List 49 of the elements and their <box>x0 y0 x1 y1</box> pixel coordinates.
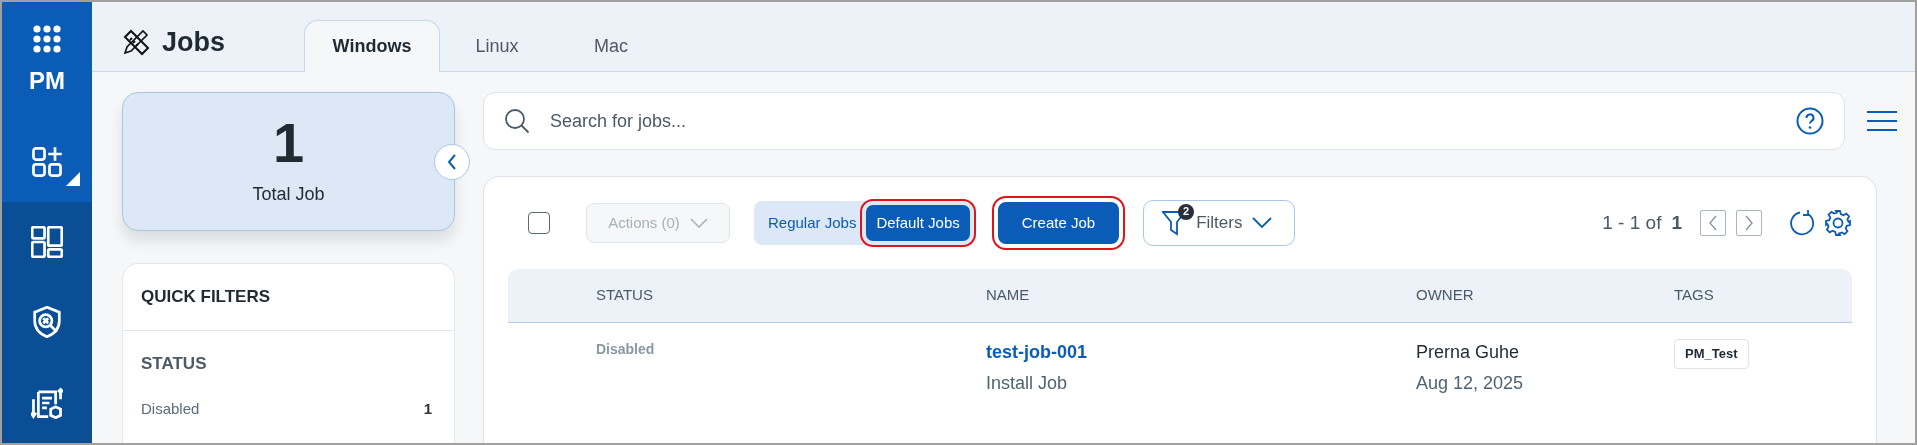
deployment-icon <box>31 386 63 419</box>
column-header[interactable]: NAME <box>986 284 1416 307</box>
job-name-link[interactable]: test-job-001 <box>986 342 1088 362</box>
job-type-option[interactable]: Regular Jobs <box>758 204 867 242</box>
search-field[interactable]: Search for jobs... <box>483 92 1845 150</box>
filter-count: 1 <box>423 399 432 419</box>
column-header[interactable]: STATUS <box>596 284 986 307</box>
panel-title: QUICK FILTERS <box>123 264 454 331</box>
widgets-icon <box>31 145 63 178</box>
collapse-button[interactable] <box>434 143 470 180</box>
created-date: Aug 12, 2025 <box>1416 372 1525 395</box>
ruler-pencil-icon <box>122 28 150 57</box>
column-header[interactable]: TAGS <box>1674 284 1852 307</box>
pagination-total: 1 <box>1671 210 1682 235</box>
filters-dropdown[interactable]: 2 Filters <box>1143 200 1296 246</box>
dashboard-icon <box>31 226 63 259</box>
total-count: 1 <box>272 115 305 171</box>
job-type: Install Job <box>986 372 1069 395</box>
tab[interactable]: Linux <box>440 20 554 72</box>
help-icon[interactable] <box>1796 107 1824 135</box>
app-label: PM <box>29 65 65 96</box>
menu-icon[interactable] <box>1867 110 1897 132</box>
filter-count-badge: 2 <box>1178 203 1195 220</box>
column-header[interactable]: OWNER <box>1416 284 1674 307</box>
next-page-button[interactable] <box>1736 210 1762 236</box>
total-label: Total Job <box>252 183 325 206</box>
tag-chip: PM_Test <box>1674 339 1749 369</box>
filter-label: Disabled <box>141 399 200 419</box>
status-cell-text: Disabled <box>596 340 656 359</box>
corner-triangle-icon <box>66 171 80 186</box>
chevron-down-icon <box>1252 217 1273 229</box>
pagination-range: 1 - 1 of <box>1602 210 1662 235</box>
chevron-down-icon <box>689 218 708 228</box>
search-icon <box>504 108 530 134</box>
owner-name: Prerna Guhe <box>1416 341 1521 364</box>
select-all-checkbox[interactable] <box>528 212 550 234</box>
chevron-right-icon <box>1744 215 1754 231</box>
settings-icon[interactable] <box>1824 209 1852 237</box>
chevron-left-icon <box>447 153 457 170</box>
shield-search-icon <box>31 306 63 339</box>
section-title: STATUS <box>140 352 208 375</box>
tab[interactable]: Mac <box>554 20 668 72</box>
tab[interactable]: Windows <box>304 20 440 72</box>
refresh-icon[interactable] <box>1788 209 1814 237</box>
sidebar-item[interactable] <box>2 121 92 202</box>
filter-item[interactable]: Disabled 1 <box>123 376 454 421</box>
chevron-left-icon <box>1708 215 1718 231</box>
apps-grid-icon[interactable] <box>33 24 61 53</box>
page-title: Jobs <box>162 26 226 59</box>
